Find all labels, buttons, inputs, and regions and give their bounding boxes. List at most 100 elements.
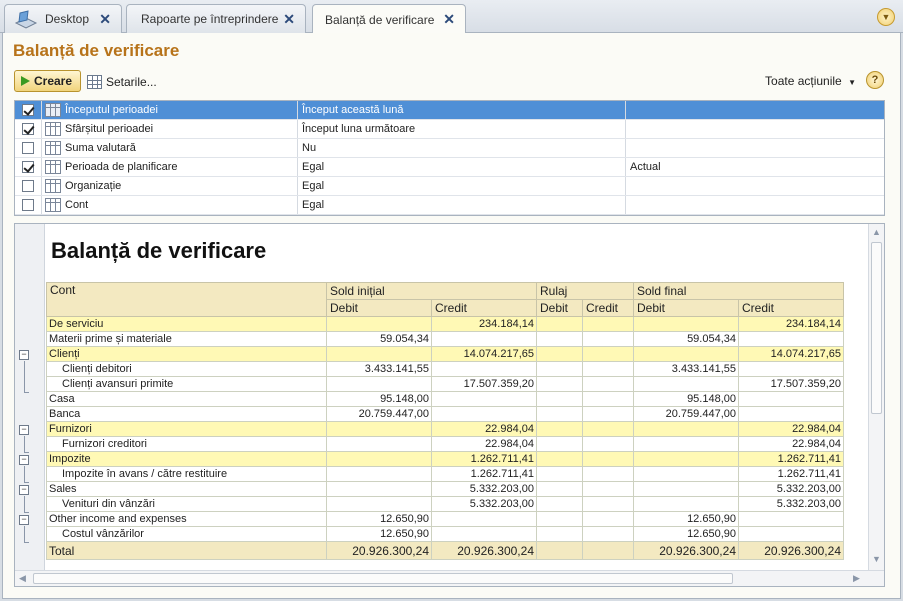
filter-comparison[interactable]: Nu <box>298 139 626 157</box>
account-name: Sales <box>46 481 327 497</box>
amount-cell <box>633 496 739 512</box>
filter-checkbox[interactable] <box>22 104 34 116</box>
tab-reports[interactable]: Rapoarte pe întreprindere ✕ <box>126 4 306 33</box>
filter-row[interactable]: Suma valutară Nu <box>15 139 884 158</box>
scroll-thumb[interactable] <box>871 242 882 414</box>
total-amount: 20.926.300,24 <box>431 541 537 560</box>
total-amount: 20.926.300,24 <box>738 541 844 560</box>
amount-cell: 20.759.447,00 <box>633 406 739 422</box>
filter-value[interactable] <box>626 101 884 119</box>
scroll-up-icon[interactable]: ▲ <box>872 227 881 237</box>
help-icon[interactable]: ? <box>866 71 884 89</box>
filter-checkbox[interactable] <box>22 142 34 154</box>
filter-comparison[interactable]: Egal <box>298 158 626 176</box>
filter-name: Începutul perioadei <box>65 104 158 116</box>
account-name: Clienți <box>46 346 327 362</box>
filter-comparison[interactable]: Început această lună <box>298 101 626 119</box>
amount-cell <box>633 376 739 392</box>
amount-cell <box>536 451 583 467</box>
col-header-credit: Credit <box>431 299 537 317</box>
amount-cell: 5.332.203,00 <box>738 481 844 497</box>
create-button[interactable]: Creare <box>14 70 81 92</box>
amount-cell <box>582 526 634 542</box>
close-icon[interactable]: ✕ <box>99 11 111 28</box>
desktop-icon <box>14 10 38 29</box>
calendar-grid-icon <box>45 179 61 193</box>
amount-cell <box>536 481 583 497</box>
filter-name-cell: Organizație <box>42 177 298 195</box>
tab-bar: Desktop ✕ Rapoarte pe întreprindere ✕ Ba… <box>0 0 903 34</box>
amount-cell: 95.148,00 <box>326 391 432 407</box>
total-amount <box>582 541 634 560</box>
filter-value[interactable] <box>626 139 884 157</box>
collapse-icon[interactable]: − <box>19 425 29 435</box>
col-header-debit: Debit <box>536 299 583 317</box>
filter-comparison[interactable]: Egal <box>298 196 626 214</box>
amount-cell <box>582 496 634 512</box>
page-title: Balanță de verificare <box>13 41 180 60</box>
amount-cell <box>431 361 537 377</box>
filter-row[interactable]: Începutul perioadei Început această lună <box>15 101 884 120</box>
calendar-grid-icon <box>45 160 61 174</box>
filter-checkbox[interactable] <box>22 180 34 192</box>
amount-cell <box>536 526 583 542</box>
scroll-down-icon[interactable]: ▼ <box>872 554 881 564</box>
filter-value[interactable]: Actual <box>626 158 884 176</box>
amount-cell: 12.650,90 <box>326 526 432 542</box>
collapse-icon[interactable]: − <box>19 455 29 465</box>
amount-cell: 1.262.711,41 <box>431 451 537 467</box>
table-row: Clienți 14.074.217,65 14.074.217,65 <box>46 346 844 362</box>
filter-name-cell: Sfârșitul perioadei <box>42 120 298 138</box>
amount-cell <box>326 451 432 467</box>
account-name: Furnizori <box>46 421 327 437</box>
filter-name-cell: Perioada de planificare <box>42 158 298 176</box>
filter-checkbox[interactable] <box>22 161 34 173</box>
amount-cell: 12.650,90 <box>633 526 739 542</box>
outline-line <box>24 526 25 542</box>
filter-row[interactable]: Perioada de planificare Egal Actual <box>15 158 884 177</box>
amount-cell <box>326 436 432 452</box>
amount-cell <box>536 331 583 347</box>
filter-checkbox-cell <box>15 139 42 157</box>
table-row: Clienți avansuri primite 17.507.359,20 17.… <box>46 376 844 392</box>
report-title: Balanță de verificare <box>51 238 267 263</box>
collapse-icon[interactable]: − <box>19 485 29 495</box>
filter-value[interactable] <box>626 196 884 214</box>
all-actions-menu[interactable]: Toate acțiunile ▼ <box>765 74 856 88</box>
amount-cell: 234.184,14 <box>738 316 844 332</box>
scroll-thumb[interactable] <box>33 573 733 584</box>
filter-value[interactable] <box>626 120 884 138</box>
filter-checkbox[interactable] <box>22 199 34 211</box>
filter-name: Organizație <box>65 180 122 192</box>
filter-row[interactable]: Cont Egal <box>15 196 884 215</box>
close-icon[interactable]: ✕ <box>283 11 295 28</box>
total-label: Total <box>46 541 327 560</box>
collapse-icon[interactable]: − <box>19 350 29 360</box>
account-name: Materii prime și materiale <box>46 331 327 347</box>
calendar-grid-icon <box>45 103 61 117</box>
scroll-right-icon[interactable]: ▶ <box>853 573 860 584</box>
filter-row[interactable]: Organizație Egal <box>15 177 884 196</box>
table-row: Casa 95.148,00 95.148,00 <box>46 391 844 407</box>
close-icon[interactable]: ✕ <box>443 11 455 28</box>
outline-line <box>24 496 25 512</box>
amount-cell <box>431 331 537 347</box>
scroll-left-icon[interactable]: ◀ <box>19 573 26 584</box>
collapse-icon[interactable]: − <box>19 515 29 525</box>
amount-cell <box>326 466 432 482</box>
filter-checkbox[interactable] <box>22 123 34 135</box>
vertical-scrollbar[interactable]: ▲ ▼ <box>868 224 884 570</box>
outline-line <box>24 361 25 392</box>
settings-button[interactable]: Setarile... <box>87 72 157 92</box>
calendar-grid-icon <box>45 122 61 136</box>
amount-cell <box>536 421 583 437</box>
filter-comparison[interactable]: Egal <box>298 177 626 195</box>
horizontal-scrollbar[interactable]: ◀ ▶ <box>15 570 884 586</box>
filter-comparison[interactable]: Început luna următoare <box>298 120 626 138</box>
tab-trial-balance[interactable]: Balanță de verificare ✕ <box>312 4 466 34</box>
filter-row[interactable]: Sfârșitul perioadei Început luna următoar… <box>15 120 884 139</box>
tab-desktop[interactable]: Desktop ✕ <box>4 4 122 33</box>
amount-cell: 22.984,04 <box>738 436 844 452</box>
chevron-down-icon[interactable]: ▼ <box>877 8 895 26</box>
filter-value[interactable] <box>626 177 884 195</box>
